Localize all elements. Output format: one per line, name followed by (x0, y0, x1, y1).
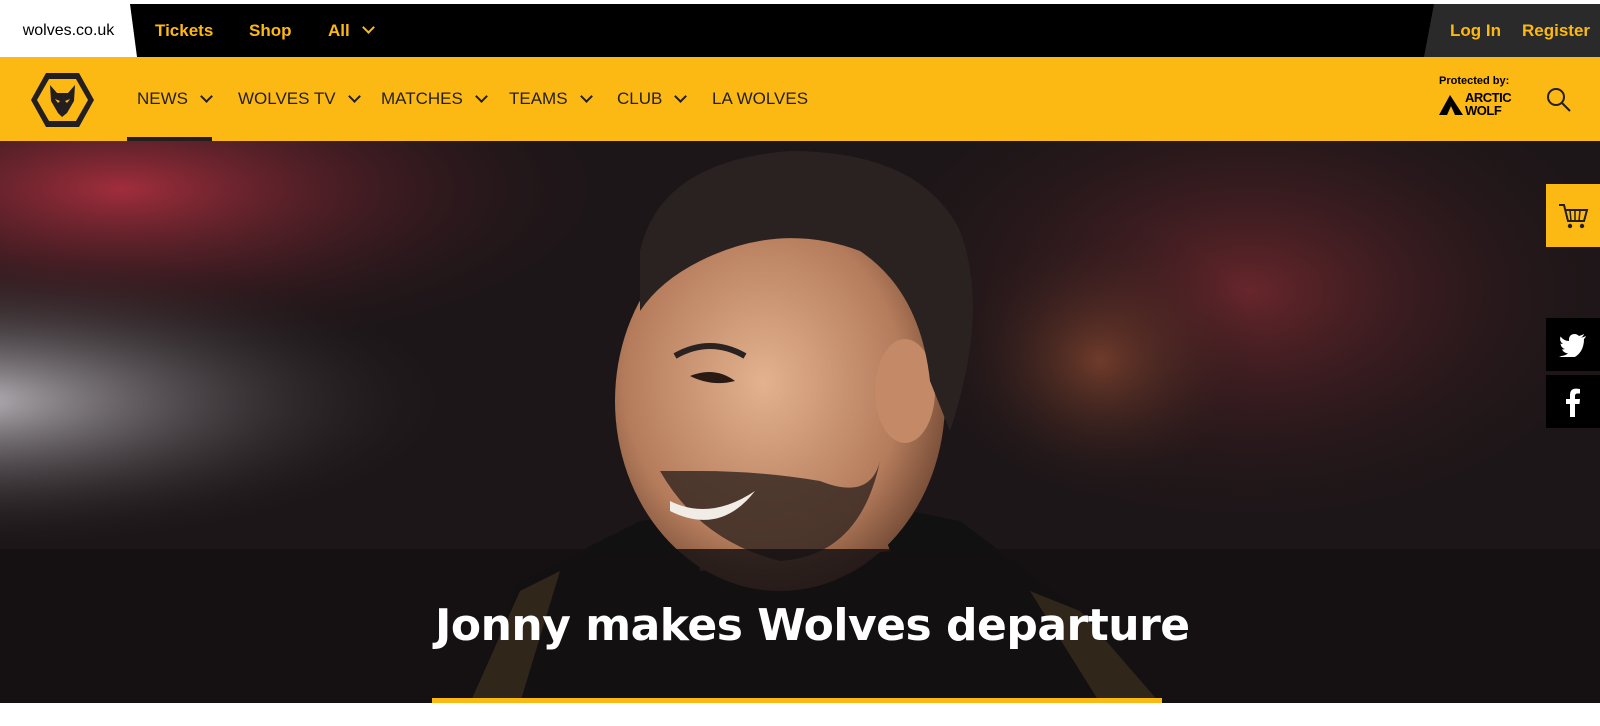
nav-wolves-tv[interactable]: WOLVES TV (238, 57, 361, 141)
sponsor-block[interactable]: Protected by: ARCTIC WOLF (1439, 75, 1519, 117)
login-link[interactable]: Log In (1450, 4, 1501, 57)
chevron-down-icon (200, 89, 213, 103)
chevron-down-icon (474, 89, 488, 103)
nav-teams[interactable]: TEAMS (509, 57, 593, 141)
chevron-down-icon (347, 89, 361, 103)
chevron-down-icon (361, 21, 375, 34)
nav-la-wolves[interactable]: LA WOLVES (712, 57, 808, 141)
nav-club[interactable]: CLUB (617, 57, 688, 141)
nav-wolves-tv-label: WOLVES TV (238, 89, 336, 108)
nav-matches-label: MATCHES (381, 89, 463, 108)
page-content-start (0, 703, 1600, 726)
nav-news-label: NEWS (137, 89, 188, 108)
register-link[interactable]: Register (1522, 4, 1590, 57)
all-label: All (328, 20, 350, 40)
wolves-crest-icon[interactable] (30, 71, 95, 129)
nav-teams-label: TEAMS (509, 89, 568, 108)
facebook-share-button[interactable] (1546, 375, 1600, 428)
tickets-link[interactable]: Tickets (155, 4, 213, 57)
sponsor-name-line2: WOLF (1465, 103, 1502, 118)
twitter-icon (1559, 333, 1586, 357)
shop-link[interactable]: Shop (249, 4, 292, 57)
shop-cart-button[interactable] (1546, 184, 1600, 247)
hero-headline[interactable]: Jonny makes Wolves departure (435, 600, 1190, 651)
hero-banner[interactable]: Jonny makes Wolves departure (0, 141, 1600, 703)
chevron-down-icon (579, 89, 593, 103)
search-icon[interactable] (1545, 86, 1573, 114)
top-bar: wolves.co.uk Tickets Shop All Log In Reg… (0, 4, 1600, 57)
site-name-tab[interactable]: wolves.co.uk (0, 4, 137, 57)
all-dropdown[interactable]: All (328, 4, 375, 57)
nav-news[interactable]: NEWS (137, 57, 213, 141)
twitter-share-button[interactable] (1546, 318, 1600, 371)
chevron-down-icon (674, 89, 688, 103)
arctic-wolf-logo-icon (1439, 95, 1463, 115)
site-name: wolves.co.uk (22, 21, 115, 39)
sponsor-label: Protected by: (1439, 75, 1510, 87)
facebook-icon (1566, 388, 1580, 417)
main-nav: NEWS WOLVES TV MATCHES TEAMS CLUB LA WOL… (0, 57, 1600, 141)
shopping-cart-icon (1559, 203, 1589, 228)
nav-club-label: CLUB (617, 89, 663, 108)
nav-la-wolves-label: LA WOLVES (712, 89, 809, 108)
nav-matches[interactable]: MATCHES (381, 57, 488, 141)
